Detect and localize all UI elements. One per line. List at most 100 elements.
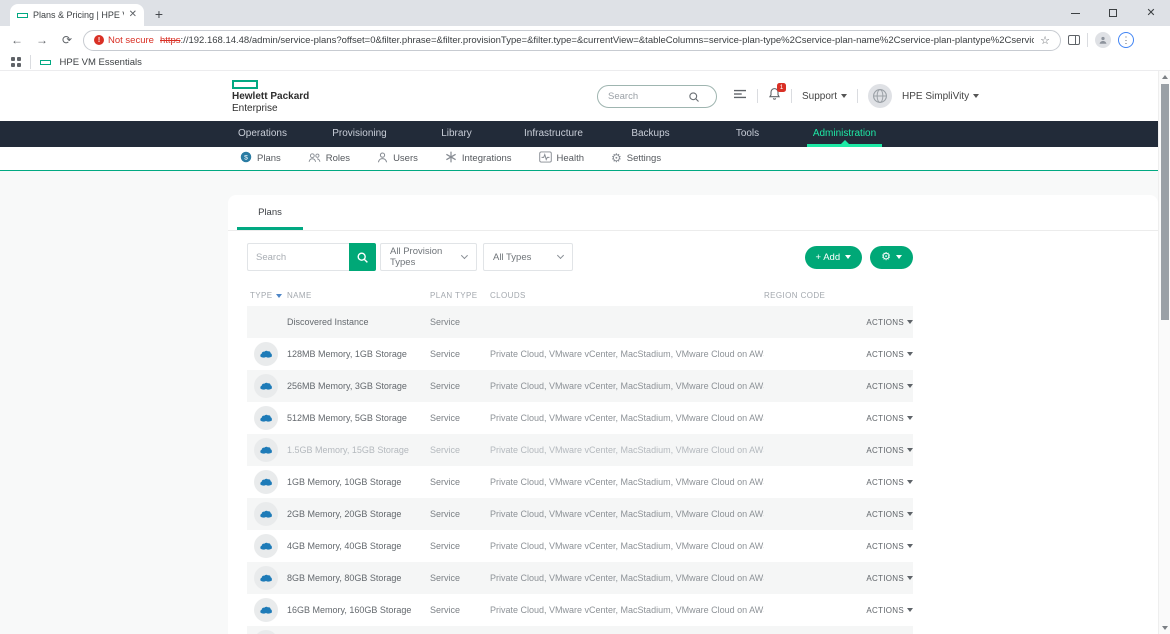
support-menu[interactable]: Support <box>802 91 847 102</box>
vmware-plan-icon <box>254 630 278 634</box>
bookmark-item[interactable]: HPE VM Essentials <box>60 57 142 68</box>
add-button[interactable]: + Add <box>805 246 863 269</box>
actions-menu[interactable]: ACTIONS <box>866 606 913 615</box>
nav-item-administration[interactable]: Administration <box>796 121 893 147</box>
plan-type: Service <box>430 413 490 423</box>
provision-type-select[interactable]: All Provision Types <box>380 243 477 271</box>
chevron-down-icon <box>896 255 902 259</box>
chevron-down-icon <box>907 448 913 452</box>
gear-icon: ⚙ <box>881 252 891 263</box>
filter-actions: + Add ⚙ <box>805 246 913 269</box>
activity-log-icon[interactable] <box>733 87 747 105</box>
page-scrollbar[interactable] <box>1158 71 1170 634</box>
actions-menu[interactable]: ACTIONS <box>866 510 913 519</box>
forward-icon[interactable]: → <box>33 31 51 49</box>
plan-clouds: Private Cloud, VMware vCenter, MacStadiu… <box>490 509 764 519</box>
reload-icon[interactable]: ⟳ <box>58 31 76 49</box>
hpe-logo-mark-icon <box>232 80 258 89</box>
nav-item-library[interactable]: Library <box>408 121 505 147</box>
actions-menu[interactable]: ACTIONS <box>866 414 913 423</box>
actions-menu[interactable]: ACTIONS <box>866 318 913 327</box>
account-menu[interactable]: HPE SimpliVity <box>902 91 979 102</box>
plan-clouds: Private Cloud, VMware vCenter, MacStadiu… <box>490 541 764 551</box>
column-type[interactable]: TYPE <box>247 291 287 300</box>
tab-plans[interactable]: Plans <box>237 195 303 230</box>
subnav-item-label: Roles <box>326 153 350 164</box>
screen: Plans & Pricing | HPE VM Essent ✕ + ✕ ← … <box>0 0 1170 634</box>
table-row: Discovered InstanceServiceACTIONS <box>247 306 913 338</box>
table-header: TYPE NAME PLAN TYPE CLOUDS REGION CODE <box>247 285 913 306</box>
health-icon <box>539 151 552 166</box>
omnibox[interactable]: ! Not secure https://192.168.14.48/admin… <box>83 30 1061 51</box>
notifications-bell-icon[interactable]: 1 <box>768 87 781 106</box>
subnav-item-users[interactable]: Users <box>377 152 418 166</box>
subnav-item-settings[interactable]: ⚙Settings <box>611 152 661 165</box>
search-button[interactable] <box>349 243 376 271</box>
apps-grid-icon[interactable] <box>11 57 21 67</box>
column-clouds[interactable]: CLOUDS <box>490 291 764 300</box>
new-tab-button[interactable]: + <box>148 3 170 25</box>
global-search[interactable] <box>597 85 717 108</box>
settings-button[interactable]: ⚙ <box>870 246 913 269</box>
subnav-item-roles[interactable]: Roles <box>308 152 350 166</box>
side-panel-icon[interactable] <box>1068 35 1080 45</box>
vmware-plan-icon <box>254 406 278 430</box>
column-name[interactable]: NAME <box>287 291 430 300</box>
nav-item-backups[interactable]: Backups <box>602 121 699 147</box>
nav-item-infrastructure[interactable]: Infrastructure <box>505 121 602 147</box>
table-row: 256MB Memory, 3GB StorageServicePrivate … <box>247 370 913 402</box>
plan-type: Service <box>430 445 490 455</box>
nav-item-tools[interactable]: Tools <box>699 121 796 147</box>
plan-type: Service <box>430 573 490 583</box>
type-select[interactable]: All Types <box>483 243 573 271</box>
actions-menu[interactable]: ACTIONS <box>866 478 913 487</box>
table-search-input[interactable] <box>247 243 349 271</box>
bookmarks-bar: HPE VM Essentials <box>0 54 1170 71</box>
minimize-button[interactable] <box>1056 0 1094 26</box>
avatar[interactable] <box>868 84 892 108</box>
browser-menu-icon[interactable]: ⋮ <box>1118 32 1134 48</box>
subnav-item-health[interactable]: Health <box>539 151 584 166</box>
vmware-plan-icon <box>254 502 278 526</box>
plans-table: TYPE NAME PLAN TYPE CLOUDS REGION CODE D… <box>247 285 913 634</box>
toolbar-divider <box>1087 33 1088 47</box>
tab-close-icon[interactable]: ✕ <box>129 10 137 20</box>
plan-type: Service <box>430 477 490 487</box>
global-search-input[interactable] <box>608 91 688 102</box>
actions-menu[interactable]: ACTIONS <box>866 446 913 455</box>
subnav-item-plans[interactable]: $Plans <box>240 151 281 166</box>
chevron-down-icon <box>845 255 851 259</box>
actions-menu[interactable]: ACTIONS <box>866 542 913 551</box>
scroll-up-icon[interactable] <box>1162 75 1168 79</box>
warning-icon: ! <box>94 35 104 45</box>
close-button[interactable]: ✕ <box>1132 0 1170 26</box>
scroll-down-icon[interactable] <box>1162 626 1168 630</box>
chevron-down-icon <box>907 416 913 420</box>
plan-clouds: Private Cloud, VMware vCenter, MacStadiu… <box>490 381 764 391</box>
plan-name: 256MB Memory, 3GB Storage <box>287 381 430 391</box>
actions-menu[interactable]: ACTIONS <box>866 350 913 359</box>
actions-menu[interactable]: ACTIONS <box>866 574 913 583</box>
vmware-plan-icon <box>254 342 278 366</box>
globe-icon <box>872 88 888 104</box>
integrations-icon <box>445 151 457 166</box>
plan-name: 1.5GB Memory, 15GB Storage <box>287 445 430 455</box>
scrollbar-thumb[interactable] <box>1161 84 1169 320</box>
browser-tab[interactable]: Plans & Pricing | HPE VM Essent ✕ <box>10 4 144 26</box>
maximize-button[interactable] <box>1094 0 1132 26</box>
plan-clouds: Private Cloud, VMware vCenter, MacStadiu… <box>490 413 764 423</box>
bookmark-star-icon[interactable]: ☆ <box>1040 34 1050 47</box>
plan-name: 128MB Memory, 1GB Storage <box>287 349 430 359</box>
url-text: https://192.168.14.48/admin/service-plan… <box>160 35 1034 46</box>
back-icon[interactable]: ← <box>8 31 26 49</box>
column-plan-type[interactable]: PLAN TYPE <box>430 291 490 300</box>
subnav-item-integrations[interactable]: Integrations <box>445 151 512 166</box>
tab-title: Plans & Pricing | HPE VM Essent <box>33 10 124 20</box>
profile-icon[interactable] <box>1095 32 1111 48</box>
actions-menu[interactable]: ACTIONS <box>866 382 913 391</box>
plan-name: 4GB Memory, 40GB Storage <box>287 541 430 551</box>
nav-item-operations[interactable]: Operations <box>214 121 311 147</box>
column-region-code[interactable]: REGION CODE <box>764 291 866 300</box>
nav-item-provisioning[interactable]: Provisioning <box>311 121 408 147</box>
not-secure-chip[interactable]: ! Not secure <box>94 35 154 46</box>
